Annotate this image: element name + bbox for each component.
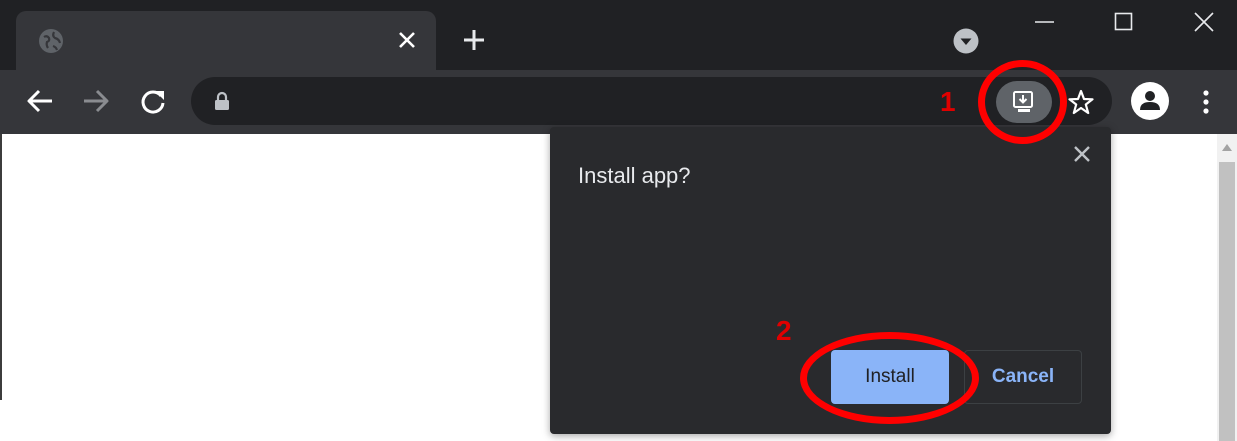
- reload-icon[interactable]: [139, 87, 167, 115]
- bookmark-star-icon[interactable]: [1068, 89, 1094, 115]
- forward-arrow-icon[interactable]: [82, 88, 110, 114]
- maximize-icon[interactable]: [1114, 12, 1134, 32]
- lock-icon[interactable]: [214, 91, 230, 111]
- cancel-button[interactable]: Cancel: [964, 350, 1082, 404]
- address-bar[interactable]: [191, 77, 1112, 125]
- annotation-step-1-number: 1: [940, 86, 956, 117]
- tab-search-dropdown-icon[interactable]: [953, 28, 979, 54]
- globe-icon: [38, 28, 64, 54]
- tab-close-icon[interactable]: [398, 31, 416, 49]
- dialog-close-icon[interactable]: [1073, 145, 1091, 163]
- window-close-icon[interactable]: [1193, 11, 1215, 33]
- new-tab-plus-icon[interactable]: [462, 28, 486, 52]
- back-arrow-icon[interactable]: [26, 88, 54, 114]
- kebab-menu-icon[interactable]: [1198, 88, 1214, 116]
- annotation-step-2-number: 2: [776, 315, 792, 346]
- scroll-up-arrow-icon[interactable]: [1221, 142, 1233, 152]
- annotation-circle-step-1: [978, 60, 1067, 144]
- page-edge: [0, 134, 2, 400]
- dialog-title: Install app?: [578, 163, 691, 188]
- browser-tab[interactable]: [16, 11, 436, 70]
- annotation-circle-step-2: [800, 332, 979, 424]
- person-icon: [1139, 89, 1161, 111]
- scrollbar-thumb[interactable]: [1219, 162, 1235, 441]
- minimize-icon[interactable]: [1034, 13, 1056, 31]
